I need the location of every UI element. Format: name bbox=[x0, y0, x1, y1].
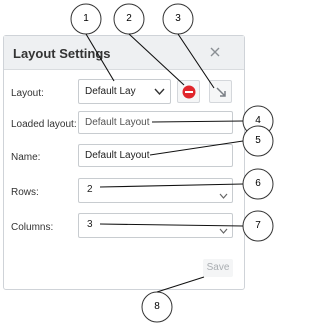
callout-number-2: 2 bbox=[126, 13, 132, 24]
callout-number-4: 4 bbox=[255, 115, 261, 126]
callout-line-8 bbox=[156, 276, 205, 293]
callout-line-4 bbox=[151, 120, 244, 123]
callout-number-1: 1 bbox=[83, 13, 89, 24]
callout-number-8: 8 bbox=[154, 301, 160, 312]
callout-number-3: 3 bbox=[175, 13, 181, 24]
callout-line-7 bbox=[99, 223, 244, 227]
screenshot-stage: Layout Settings Layout: Default Lay Load… bbox=[0, 0, 278, 328]
callout-number-5: 5 bbox=[255, 135, 261, 146]
callout-line-3 bbox=[177, 33, 215, 89]
callout-number-7: 7 bbox=[255, 220, 261, 231]
callout-number-6: 6 bbox=[255, 178, 261, 189]
callout-line-5 bbox=[149, 140, 244, 156]
callout-line-1 bbox=[85, 33, 115, 82]
callout-line-2 bbox=[128, 33, 185, 86]
callout-line-6 bbox=[99, 183, 244, 188]
callout-overlay bbox=[70, 3, 274, 323]
